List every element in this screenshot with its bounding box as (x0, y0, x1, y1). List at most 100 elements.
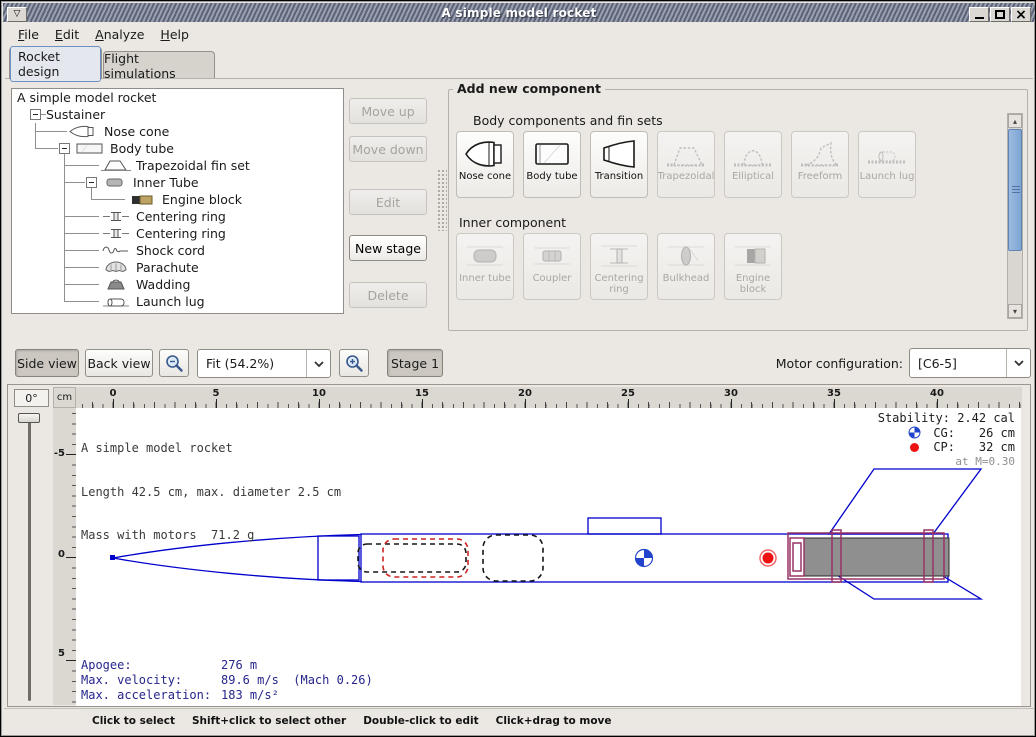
add-trapezoidal-fin-button[interactable]: Trapezoidal (657, 131, 715, 198)
minimize-button[interactable] (969, 7, 989, 22)
close-icon: × (1015, 8, 1027, 22)
magnifier-minus-icon (164, 353, 184, 373)
window-menu-button[interactable]: ▽ (7, 7, 27, 22)
add-inner-tube-button[interactable]: Inner tube (456, 233, 514, 300)
body-tube-icon (530, 136, 574, 172)
motor-configuration-select[interactable]: [C6-5] (909, 348, 1031, 378)
side-view-button[interactable]: Side view (15, 349, 79, 377)
acceleration-value: 183 m/s² (221, 688, 373, 703)
cp-icon (908, 441, 921, 454)
panel-splitter-handle[interactable] (437, 169, 447, 231)
collapse-icon[interactable] (30, 109, 41, 120)
elliptical-fin-icon (731, 136, 775, 172)
stage-1-toggle[interactable]: Stage 1 (387, 349, 443, 377)
scrollbar-thumb[interactable] (1008, 129, 1022, 251)
menu-analyze[interactable]: Analyze (87, 25, 152, 44)
scroll-up-button[interactable]: ▴ (1008, 114, 1022, 128)
scroll-down-button[interactable]: ▾ (1008, 304, 1022, 318)
tree-item-inner-tube[interactable]: Inner Tube (86, 174, 199, 190)
hint-click-select: Click to select (92, 715, 175, 727)
hint-click-drag: Click+drag to move (496, 715, 612, 727)
rotation-slider-handle[interactable] (18, 413, 40, 423)
tree-item-nose-cone[interactable]: Nose cone (69, 123, 169, 139)
add-coupler-button[interactable]: Coupler (523, 233, 581, 300)
magnifier-plus-icon (344, 353, 364, 373)
tree-item-sustainer[interactable]: Sustainer (30, 106, 105, 122)
flight-summary: Apogee:276 m Max. velocity:89.6 m/s (Mac… (81, 658, 373, 703)
body-tube-icon (75, 142, 105, 155)
tree-item-body-tube[interactable]: Body tube (59, 140, 174, 156)
move-up-button[interactable]: Move up (349, 98, 427, 124)
ruler-tick-label: 35 (822, 388, 846, 399)
add-launch-lug-button[interactable]: Launch lug (858, 131, 916, 198)
ruler-tick-label: 0 (47, 549, 65, 560)
cp-value: 32 cm (959, 440, 1015, 455)
move-down-button[interactable]: Move down (349, 136, 427, 162)
maximize-icon (995, 10, 1005, 19)
add-body-tube-button[interactable]: Body tube (523, 131, 581, 198)
window-menu-icon: ▽ (14, 10, 21, 19)
coupler-icon (530, 238, 574, 274)
freeform-fin-icon (798, 136, 842, 172)
menu-help[interactable]: Help (152, 25, 197, 44)
add-freeform-fin-button[interactable]: Freeform (791, 131, 849, 198)
cg-icon (908, 426, 921, 439)
transition-icon (597, 136, 641, 172)
zoom-out-button[interactable] (159, 349, 189, 377)
add-elliptical-fin-button[interactable]: Elliptical (724, 131, 782, 198)
rotation-angle-value: 0° (14, 389, 49, 407)
maximize-button[interactable] (990, 7, 1010, 22)
ruler-unit-label: cm (53, 387, 76, 408)
ruler-tick-label: 25 (616, 388, 640, 399)
body-components-label: Body components and fin sets (473, 113, 663, 128)
collapse-icon[interactable] (86, 177, 97, 188)
ruler-tick-label: 15 (410, 388, 434, 399)
title-bar[interactable]: ▽ A simple model rocket × (3, 3, 1035, 22)
zoom-level-select[interactable]: Fit (54.2%) (197, 349, 331, 378)
shock-cord-outline (358, 544, 466, 572)
tab-rocket-design[interactable]: Rocket design (9, 47, 102, 79)
tree-item-centering-ring-1[interactable]: Centering ring (101, 208, 226, 224)
mach-condition: at M=0.30 (955, 455, 1015, 470)
tree-item-shock-cord[interactable]: Shock cord (101, 242, 205, 258)
tree-item-parachute[interactable]: Parachute (101, 259, 199, 275)
add-nose-cone-button[interactable]: Nose cone (456, 131, 514, 198)
tree-item-fin-set[interactable]: Trapezoidal fin set (101, 157, 250, 173)
tree-item-wadding[interactable]: Wadding (101, 276, 190, 292)
ruler-tick-label: 30 (719, 388, 743, 399)
tab-flight-simulations[interactable]: Flight simulations (103, 51, 215, 79)
add-engine-block-button[interactable]: Engine block (724, 233, 782, 300)
back-view-button[interactable]: Back view (85, 349, 153, 377)
add-bulkhead-button[interactable]: Bulkhead (657, 233, 715, 300)
new-stage-button[interactable]: New stage (349, 235, 427, 261)
add-transition-button[interactable]: Transition (590, 131, 648, 198)
ruler-tick-label: 40 (925, 388, 949, 399)
component-panel-scrollbar[interactable]: ▴ ▾ (1007, 113, 1023, 319)
chevron-down-icon (1013, 359, 1025, 367)
wadding-outline (483, 535, 543, 581)
engine-block-icon (731, 238, 775, 274)
add-centering-ring-button[interactable]: Centering ring (590, 233, 648, 300)
velocity-value: 89.6 m/s (Mach 0.26) (221, 673, 373, 688)
zoom-in-button[interactable] (339, 349, 369, 377)
trapezoidal-fin-icon (664, 136, 708, 172)
ruler-tick-label: 20 (513, 388, 537, 399)
menu-edit[interactable]: Edit (47, 25, 87, 44)
edit-button[interactable]: Edit (349, 189, 427, 215)
hint-shift-click: Shift+click to select other (192, 715, 346, 727)
tree-item-centering-ring-2[interactable]: Centering ring (101, 225, 226, 241)
collapse-icon[interactable] (59, 143, 70, 154)
tree-item-launch-lug[interactable]: Launch lug (101, 293, 205, 309)
rocket-info-text: A simple model rocket Length 42.5 cm, ma… (81, 412, 341, 572)
cp-marker (760, 550, 776, 566)
ruler-tick-label: 10 (307, 388, 331, 399)
close-button[interactable]: × (1011, 7, 1031, 22)
launch-lug-icon (101, 295, 131, 308)
tree-item-engine-block[interactable]: Engine block (127, 191, 242, 207)
bulkhead-icon (664, 238, 708, 274)
tree-item-rocket-root[interactable]: A simple model rocket (17, 89, 156, 105)
menu-file[interactable]: File (10, 25, 47, 44)
cg-value: 26 cm (959, 426, 1015, 441)
delete-button[interactable]: Delete (349, 282, 427, 308)
rotation-slider[interactable] (28, 415, 31, 701)
